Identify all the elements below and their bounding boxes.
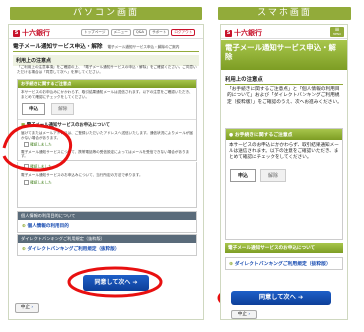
pc-box-text: 本サービスのお申込みにかかわらず、取引結果通知メールは送信されます。以下の注意を… bbox=[21, 90, 193, 99]
pc-check-3[interactable]: 確認しました bbox=[18, 178, 196, 188]
sp-title-bar: 電子メール通知サービス申込・解除 bbox=[221, 40, 347, 70]
pc-check-1[interactable]: 確認しました bbox=[18, 141, 196, 149]
pc-tab-qa[interactable]: Q&A bbox=[132, 29, 147, 36]
sp-caption: スマホ画面 bbox=[218, 7, 351, 20]
sp-menu-button[interactable]: ≡ MENU bbox=[330, 27, 344, 37]
sp-box-title: ● お手続きに関するご注意点 bbox=[226, 129, 342, 140]
pc-direct-section: ダイレクトバンキングご利用規定（抜粋版） ⊕ ダイレクトバンキングご利用規定（抜… bbox=[17, 234, 197, 256]
bank-logo-icon: S bbox=[225, 29, 232, 37]
pc-item-3: 電子メール通知サービスのお申込みについて、当行所定の方法で承ります。 bbox=[21, 172, 143, 177]
sp-section-title: 利用上の注意点 bbox=[225, 75, 343, 85]
pc-caption: パソコン画面 bbox=[10, 7, 202, 20]
arrow-right-small-icon: › bbox=[248, 312, 251, 317]
pc-check-2[interactable]: 確認しました bbox=[18, 162, 196, 172]
bank-logo-icon: S bbox=[13, 29, 20, 37]
sp-stop-button[interactable]: 中止 › bbox=[231, 310, 257, 319]
pc-screen: S 十六銀行 トップページ メニュー Q&A サポート ログアウト 電子メール通… bbox=[8, 24, 204, 320]
sp-notice-box: ● お手続きに関するご注意点 本サービスのお申込にかかわらず、取引結果通知メール… bbox=[225, 128, 343, 240]
pc-tab-logout[interactable]: ログアウト bbox=[171, 29, 196, 36]
sp-header: S 十六銀行 ≡ MENU bbox=[221, 25, 347, 39]
sp-intro: 「お手続きに関するご注意点」と「個人情報の利用目的について」および「ダイレクトバ… bbox=[227, 87, 342, 105]
pc-page-title: 電子メール通知サービス申込・解除 電子メール通知サービス申込・解除のご案内 bbox=[13, 44, 180, 50]
pc-apply-option[interactable]: 申込 bbox=[22, 103, 46, 116]
sp-direct-link[interactable]: ⊕ ダイレクトバンキングご利用規定（抜粋版） bbox=[225, 257, 343, 270]
pc-direct-title: ダイレクトバンキングご利用規定（抜粋版） bbox=[18, 235, 196, 243]
pc-notice-title: ■ 電子メール通知サービスのお申込について bbox=[18, 119, 196, 130]
pc-tabs: トップページ メニュー Q&A サポート ログアウト bbox=[81, 29, 196, 36]
checkbox-icon bbox=[24, 180, 29, 186]
arrow-right-icon: ➔ bbox=[297, 294, 304, 301]
pc-title-rule bbox=[13, 51, 199, 52]
sp-notice-title: 電子メール通知サービスのお申込について bbox=[225, 243, 343, 253]
pc-tab-top[interactable]: トップページ bbox=[81, 29, 109, 36]
pc-personal-link[interactable]: ⊕ 個人情報の利用目的 bbox=[18, 220, 196, 232]
pc-direct-link[interactable]: ⊕ ダイレクトバンキングご利用規定（抜粋版） bbox=[18, 243, 196, 255]
pc-header: S 十六銀行 トップページ メニュー Q&A サポート ログアウト bbox=[9, 25, 203, 39]
sp-apply-option[interactable]: 申込 bbox=[230, 168, 257, 182]
sp-cancel-option[interactable]: 解除 bbox=[260, 168, 287, 182]
pc-notice-icon: ■ bbox=[21, 123, 26, 129]
pc-agree-button[interactable]: 同意して次へ ➔ bbox=[83, 275, 149, 291]
plus-icon: ⊕ bbox=[22, 224, 26, 229]
pc-intro: 「ご利用上の注意事項」をご確認の上、「電子メール通知サービスの申込・解除」をご確… bbox=[17, 65, 197, 74]
pc-tab-support[interactable]: サポート bbox=[148, 29, 170, 36]
plus-icon: ⊕ bbox=[22, 247, 26, 252]
pc-notice-box-2: 確認しました 電子メール通知サービスのお申込みについて、当行所定の方法で承ります… bbox=[17, 162, 197, 208]
pc-tab-menu[interactable]: メニュー bbox=[110, 29, 131, 36]
sp-page-title: 電子メール通知サービス申込・解除 bbox=[225, 43, 336, 61]
sp-bank-logo[interactable]: S 十六銀行 bbox=[225, 28, 262, 38]
checkbox-icon bbox=[24, 164, 29, 169]
arrow-right-icon: ➔ bbox=[132, 279, 138, 286]
pc-cancel-option[interactable]: 解除 bbox=[51, 103, 75, 116]
pc-item-1: 届けてまたはメールアドレスは、ご登録いただいたアドレスへ送信いたします。通信状況… bbox=[21, 131, 193, 140]
plus-icon: ⊕ bbox=[229, 262, 234, 267]
pc-notice-box: お手続きに関するご注意点 本サービスのお申込みにかかわらず、取引結果通知メールは… bbox=[17, 79, 197, 161]
pc-item-2: 電子メール通知サービスについて、携帯電話等の受信設定によってはメールを受信できな… bbox=[21, 149, 190, 159]
pc-box-title: お手続きに関するご注意点 bbox=[18, 80, 196, 88]
sp-agree-button[interactable]: 同意して次へ ➔ bbox=[231, 291, 331, 305]
arrow-right-small-icon: › bbox=[31, 305, 34, 310]
sp-box-text: 本サービスのお申込にかかわらず、取引結果通知メールは送信されます。以下の注意をご… bbox=[229, 143, 339, 161]
pc-personal-title: 個人情報の利用目的について bbox=[18, 212, 196, 220]
sp-bank-name: 十六銀行 bbox=[234, 29, 262, 37]
circle-icon: ● bbox=[229, 133, 234, 138]
pc-personal-section: 個人情報の利用目的について ⊕ 個人情報の利用目的 bbox=[17, 211, 197, 233]
sp-screen: S 十六銀行 ≡ MENU 電子メール通知サービス申込・解除 利用上の注意点 「… bbox=[220, 24, 348, 320]
pc-bank-name: 十六銀行 bbox=[22, 29, 50, 37]
pc-stop-button[interactable]: 中止 › bbox=[15, 303, 39, 313]
pc-bank-logo[interactable]: S 十六銀行 bbox=[13, 28, 50, 38]
checkbox-icon bbox=[24, 142, 29, 148]
